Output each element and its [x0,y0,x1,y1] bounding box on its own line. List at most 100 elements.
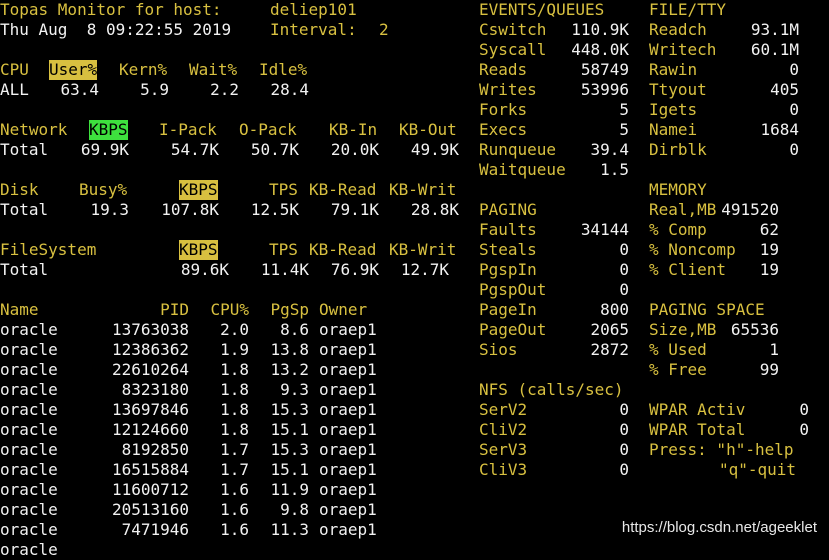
filesystem-kbread-value: 76.9K [330,260,379,279]
process-pgsp: 11.3 [270,520,309,539]
process-name: oracle [0,460,58,479]
process-row-partial: oracle [0,540,58,559]
process-owner: oraep1 [319,480,377,499]
network-opack-header: O-Pack [239,120,297,139]
nfs-value: 0 [619,420,629,439]
nfs-label: SerV2 [479,400,528,419]
filetty-label: Dirblk [649,140,707,159]
filetty-title: FILE/TTY [649,0,727,19]
filetty-value: 0 [789,100,799,119]
process-pid: 12124660 [111,420,189,439]
cpu-idle-value: 28.4 [270,80,309,99]
filetty-label: Ttyout [649,80,707,99]
paging-value: 2065 [590,320,629,339]
network-kbout-header: KB-Out [399,120,457,139]
memory-value: 62 [759,220,779,239]
filetty-label: Readch [649,20,707,39]
cpu-row-label: ALL [0,80,29,99]
process-name: oracle [0,420,58,439]
disk-busy-header: Busy% [79,180,128,199]
process-pgsp: 11.9 [270,480,309,499]
process-owner: oraep1 [319,400,377,419]
process-cpu: 1.6 [220,500,249,519]
title: Topas Monitor for host: [0,0,222,19]
process-cpu: 1.7 [220,460,249,479]
process-owner: oraep1 [319,420,377,439]
process-pgsp: 9.3 [280,380,309,399]
network-row-label: Total [0,140,49,159]
network-kbps-value: 69.9K [80,140,129,159]
process-owner: oraep1 [319,520,377,539]
watermark: https://blog.csdn.net/ageeklet [621,519,817,536]
process-cpu: 1.8 [220,420,249,439]
memory-value: 19 [759,240,779,259]
filetty-label: Writech [649,40,717,59]
filetty-value: 0 [789,60,799,79]
cpu-wait-value: 2.2 [210,80,239,99]
proc-owner-header: Owner [319,300,368,319]
paging-label: Sios [479,340,518,359]
event-label: Writes [479,80,537,99]
process-cpu: 1.8 [220,360,249,379]
process-name: oracle [0,440,58,459]
process-owner: oraep1 [319,360,377,379]
paging-label: PageIn [479,300,537,319]
process-pgsp: 15.1 [270,420,309,439]
disk-kbread-header: KB-Read [309,180,377,199]
nfs-value: 0 [619,400,629,419]
nfs-value: 0 [619,440,629,459]
disk-kbwrit-value: 28.8K [410,200,459,219]
process-cpu: 1.7 [220,440,249,459]
cpu-kern-header: Kern% [119,60,168,79]
interval-value: 2 [379,20,389,39]
process-pgsp: 15.1 [270,460,309,479]
filesystem-kbread-header: KB-Read [309,240,377,259]
process-name: oracle [0,360,58,379]
events-title: EVENTS/QUEUES [479,0,605,19]
network-header: Network [0,120,68,139]
process-pgsp: 13.8 [270,340,309,359]
paging-label: Faults [479,220,537,239]
paging-label: PgspOut [479,280,547,299]
process-name: oracle [0,320,58,339]
paging-title: PAGING [479,200,537,219]
paging-value: 2872 [590,340,629,359]
process-pgsp: 8.6 [280,320,309,339]
network-kbin-value: 20.0K [330,140,379,159]
process-pid: 13697846 [111,400,189,419]
wpar-value: 0 [799,400,809,419]
nfs-label: CliV2 [479,420,528,439]
process-cpu: 1.6 [220,480,249,499]
event-value: 5 [619,100,629,119]
event-value: 58749 [580,60,629,79]
proc-pgsp-header: PgSp [270,300,309,319]
paging-value: 0 [619,240,629,259]
process-owner: oraep1 [319,340,377,359]
event-label: Execs [479,120,528,139]
filesystem-row-label: Total [0,260,49,279]
network-ipack-value: 54.7K [170,140,219,159]
disk-header: Disk [0,180,39,199]
paging-space-title: PAGING SPACE [649,300,765,319]
disk-kbps-value: 107.8K [161,200,219,219]
paging-value: 34144 [580,220,629,239]
proc-name-header: Name [0,300,39,319]
process-name: oracle [0,380,58,399]
process-cpu: 1.8 [220,380,249,399]
cpu-idle-header: Idle% [259,60,308,79]
cpu-user-value: 63.4 [60,80,99,99]
event-label: Cswitch [479,20,547,39]
proc-pid-header: PID [160,300,189,319]
process-pid: 20513160 [111,500,189,519]
memory-title: MEMORY [649,180,707,199]
cpu-wait-header: Wait% [189,60,238,79]
wpar-value: 0 [799,420,809,439]
filetty-label: Namei [649,120,698,139]
help-hint: Press: "h"-help [649,440,794,459]
disk-row-label: Total [0,200,49,219]
process-pid: 12386362 [111,340,189,359]
event-label: Reads [479,60,528,79]
network-opack-value: 50.7K [250,140,299,159]
process-pgsp: 13.2 [270,360,309,379]
disk-kbwrit-header: KB-Writ [389,180,457,199]
